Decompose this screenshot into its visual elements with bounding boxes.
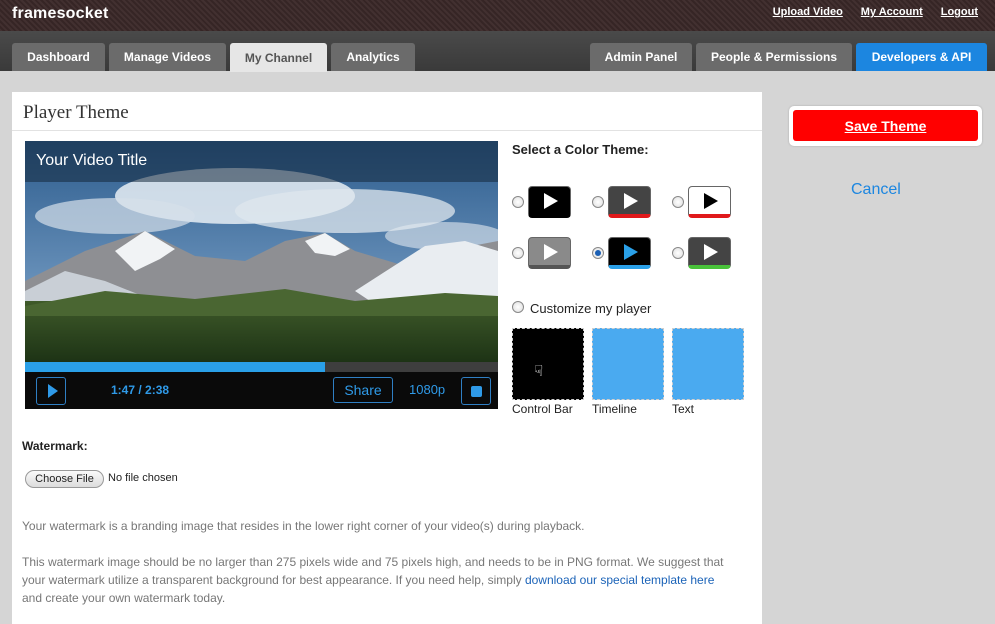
theme-radio-3[interactable] — [672, 196, 684, 208]
video-player-preview: Your Video Title 1:47 / 2:38 Share 1080p — [25, 141, 498, 409]
theme-option-2[interactable] — [608, 186, 651, 218]
logo[interactable]: framesocket — [12, 5, 108, 23]
save-theme-frame: Save Theme — [789, 106, 982, 146]
tab-dashboard[interactable]: Dashboard — [12, 43, 105, 71]
text-swatch-label: Text — [672, 402, 695, 416]
tab-manage-videos[interactable]: Manage Videos — [109, 43, 226, 71]
theme-option-6[interactable] — [688, 237, 731, 269]
tab-people-permissions[interactable]: People & Permissions — [696, 43, 852, 71]
fullscreen-button[interactable] — [461, 377, 491, 405]
tab-analytics[interactable]: Analytics — [331, 43, 415, 71]
play-icon — [624, 193, 638, 209]
play-icon — [704, 193, 718, 209]
theme-radio-6[interactable] — [672, 247, 684, 259]
watermark-heading: Watermark: — [22, 439, 88, 453]
upload-video-link[interactable]: Upload Video — [773, 6, 843, 18]
control-bar-swatch-label: Control Bar — [512, 402, 573, 416]
control-bar: 1:47 / 2:38 Share 1080p — [25, 372, 498, 409]
title-divider — [12, 130, 762, 131]
player-theme-panel: Player Theme Your Video Title 1:47 / 2:3… — [12, 92, 762, 624]
watermark-requirements-tail: and create your own watermark today. — [22, 591, 226, 605]
share-button[interactable]: Share — [333, 377, 393, 403]
watermark-description: Your watermark is a branding image that … — [22, 519, 585, 533]
theme-radio-5[interactable] — [592, 247, 604, 259]
resolution-label[interactable]: 1080p — [409, 382, 445, 397]
play-icon — [544, 193, 558, 209]
watermark-requirements: This watermark image should be no larger… — [22, 553, 737, 607]
save-theme-button[interactable]: Save Theme — [793, 110, 978, 141]
theme-radio-2[interactable] — [592, 196, 604, 208]
timeline-swatch-label: Timeline — [592, 402, 637, 416]
my-account-link[interactable]: My Account — [861, 6, 923, 18]
play-button[interactable] — [36, 377, 66, 405]
play-icon — [624, 244, 638, 260]
theme-option-3[interactable] — [688, 186, 731, 218]
tab-developers-api[interactable]: Developers & API — [856, 43, 987, 71]
timeline-swatch[interactable] — [592, 328, 664, 400]
play-icon — [704, 244, 718, 260]
stop-icon — [470, 385, 482, 397]
theme-option-5[interactable] — [608, 237, 651, 269]
playback-time: 1:47 / 2:38 — [111, 383, 170, 397]
page-title: Player Theme — [23, 102, 129, 123]
tab-admin-panel[interactable]: Admin Panel — [590, 43, 692, 71]
text-swatch[interactable] — [672, 328, 744, 400]
video-title: Your Video Title — [36, 152, 148, 169]
video-timeline[interactable] — [25, 362, 498, 372]
top-bar: framesocket Upload Video My Account Logo… — [0, 0, 995, 31]
customize-label: Customize my player — [530, 301, 652, 316]
main-nav: Dashboard Manage Videos My Channel Analy… — [0, 31, 995, 72]
theme-radio-1[interactable] — [512, 196, 524, 208]
theme-option-1[interactable] — [528, 186, 571, 218]
logout-link[interactable]: Logout — [941, 6, 978, 18]
customize-radio[interactable] — [512, 301, 524, 313]
theme-option-4[interactable] — [528, 237, 571, 269]
download-template-link[interactable]: download our special template here — [525, 573, 714, 587]
top-links: Upload Video My Account Logout — [773, 6, 978, 18]
color-theme-heading: Select a Color Theme: — [512, 142, 649, 157]
cancel-link[interactable]: Cancel — [851, 181, 901, 199]
timeline-progress — [25, 362, 326, 372]
control-bar-swatch[interactable]: ☟ — [512, 328, 584, 400]
tab-my-channel[interactable]: My Channel — [230, 43, 327, 72]
file-status: No file chosen — [108, 472, 178, 484]
choose-file-button[interactable]: Choose File — [25, 470, 104, 488]
pointer-cursor-icon: ☟ — [534, 363, 544, 380]
theme-radio-4[interactable] — [512, 247, 524, 259]
play-icon — [544, 244, 558, 260]
play-icon — [47, 384, 58, 398]
